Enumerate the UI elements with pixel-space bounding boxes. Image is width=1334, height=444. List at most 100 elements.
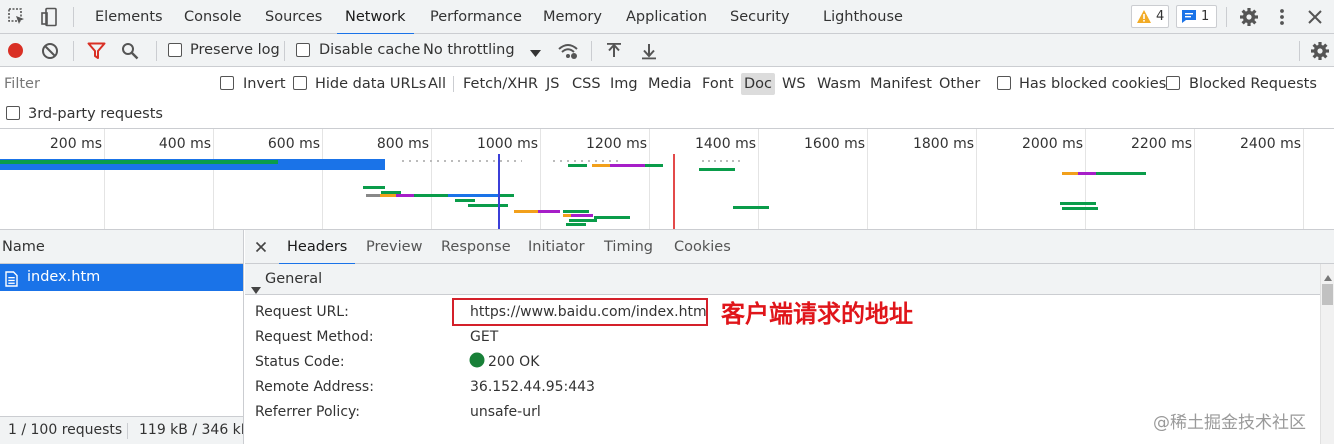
hide-data-urls-checkbox[interactable] xyxy=(293,76,307,90)
request-markers xyxy=(402,160,522,162)
request-segment xyxy=(455,199,475,202)
message-icon xyxy=(1182,10,1196,23)
type-filter-font[interactable]: Font xyxy=(699,73,737,95)
warnings-badge[interactable]: 4 xyxy=(1131,5,1169,28)
third-party-requests-label: 3rd-party requests xyxy=(28,106,163,122)
request-segment xyxy=(498,194,514,197)
tab-headers[interactable]: Headers xyxy=(278,230,356,265)
network-settings-gear-icon[interactable] xyxy=(1310,41,1330,65)
type-filter-wasm[interactable]: Wasm xyxy=(814,73,864,95)
settings-gear-icon[interactable] xyxy=(1239,7,1259,27)
tab-lighthouse[interactable]: Lighthouse xyxy=(823,0,903,34)
tab-application[interactable]: Application xyxy=(626,0,707,34)
divider xyxy=(453,76,454,92)
annotation-highlight-box xyxy=(452,298,708,326)
request-segment xyxy=(1096,172,1146,175)
type-filter-media[interactable]: Media xyxy=(645,73,695,95)
disable-cache-checkbox[interactable] xyxy=(296,43,310,57)
tick-line xyxy=(1194,129,1195,229)
network-overview-timeline[interactable]: 200 ms 400 ms 600 ms 800 ms 1000 ms 1200… xyxy=(0,129,1334,230)
search-icon[interactable] xyxy=(121,42,139,64)
type-filter-ws[interactable]: WS xyxy=(779,73,809,95)
request-method-value: GET xyxy=(470,329,499,345)
tab-memory[interactable]: Memory xyxy=(543,0,602,34)
throttling-select[interactable]: No throttling xyxy=(423,41,515,59)
filter-funnel-icon[interactable] xyxy=(87,42,106,64)
request-segment xyxy=(1062,207,1098,210)
blocked-requests-checkbox[interactable] xyxy=(1166,76,1180,90)
referrer-policy-key: Referrer Policy: xyxy=(255,404,360,420)
scroll-thumb[interactable] xyxy=(1322,284,1333,305)
tick-line xyxy=(104,129,105,229)
tab-sources[interactable]: Sources xyxy=(265,0,322,34)
more-options-icon[interactable] xyxy=(1272,7,1292,27)
tab-cookies[interactable]: Cookies xyxy=(674,230,731,264)
divider xyxy=(73,41,74,61)
type-filter-img[interactable]: Img xyxy=(607,73,641,95)
clear-icon[interactable] xyxy=(41,42,59,64)
tab-response[interactable]: Response xyxy=(441,230,511,264)
tab-initiator[interactable]: Initiator xyxy=(528,230,585,264)
preserve-log-checkbox[interactable] xyxy=(168,43,182,57)
export-har-icon[interactable] xyxy=(641,42,657,64)
request-row-selected[interactable]: index.htm xyxy=(0,264,243,291)
tab-security[interactable]: Security xyxy=(730,0,790,34)
tab-timing[interactable]: Timing xyxy=(604,230,653,264)
request-url-key: Request URL: xyxy=(255,304,349,320)
request-details-panel: Headers Preview Response Initiator Timin… xyxy=(245,230,1334,444)
close-details-icon[interactable] xyxy=(255,241,267,257)
request-segment xyxy=(363,186,385,189)
tab-performance[interactable]: Performance xyxy=(430,0,522,34)
tab-console[interactable]: Console xyxy=(184,0,242,34)
type-filter-other[interactable]: Other xyxy=(936,73,983,95)
type-filter-fetch-xhr[interactable]: Fetch/XHR xyxy=(460,73,541,95)
request-count: 1 / 100 requests xyxy=(8,422,123,438)
tick-line xyxy=(976,129,977,229)
type-filter-js[interactable]: JS xyxy=(543,73,562,95)
tab-elements[interactable]: Elements xyxy=(95,0,163,34)
general-section-header[interactable]: General xyxy=(245,264,1320,295)
preserve-log-label: Preserve log xyxy=(190,42,280,58)
dropdown-arrow-icon[interactable] xyxy=(530,46,541,62)
scroll-up-arrow-icon[interactable] xyxy=(1324,269,1332,285)
messages-badge[interactable]: 1 xyxy=(1176,5,1217,28)
status-ok-dot-icon xyxy=(469,352,485,372)
tab-network[interactable]: Network xyxy=(337,0,414,35)
close-devtools-icon[interactable] xyxy=(1305,7,1325,27)
disable-cache-label: Disable cache xyxy=(319,42,421,58)
tick-label: 1800 ms xyxy=(912,136,974,152)
type-filter-doc[interactable]: Doc xyxy=(741,73,776,95)
divider xyxy=(1226,7,1227,27)
record-icon[interactable] xyxy=(7,42,24,63)
type-filter-all[interactable]: All xyxy=(425,73,449,95)
tick-line xyxy=(649,129,650,229)
filter-bar: Invert Hide data URLs All Fetch/XHR JS C… xyxy=(0,67,1334,129)
devtools-tabbar: Elements Console Sources Network Perform… xyxy=(0,0,1334,35)
tick-label: 1400 ms xyxy=(694,136,756,152)
type-filter-css[interactable]: CSS xyxy=(569,73,604,95)
inspect-element-icon[interactable] xyxy=(7,7,27,27)
request-markers xyxy=(702,160,742,162)
device-toolbar-icon[interactable] xyxy=(40,7,60,27)
request-segment xyxy=(571,214,593,217)
divider xyxy=(284,41,285,61)
import-har-icon[interactable] xyxy=(606,42,622,64)
type-filter-manifest[interactable]: Manifest xyxy=(867,73,935,95)
divider xyxy=(591,41,592,61)
network-conditions-wifi-icon[interactable] xyxy=(557,42,579,64)
invert-checkbox[interactable] xyxy=(220,76,234,90)
name-column-header[interactable]: Name xyxy=(0,230,243,264)
filter-input[interactable] xyxy=(0,71,204,96)
has-blocked-cookies-checkbox[interactable] xyxy=(997,76,1011,90)
tick-line xyxy=(431,129,432,229)
details-tabbar: Headers Preview Response Initiator Timin… xyxy=(245,230,1334,265)
details-scrollbar[interactable] xyxy=(1320,264,1334,444)
tick-label: 2200 ms xyxy=(1130,136,1192,152)
tick-label: 2000 ms xyxy=(1021,136,1083,152)
third-party-requests-checkbox[interactable] xyxy=(6,106,20,120)
request-segment xyxy=(592,164,610,167)
referrer-policy-value: unsafe-url xyxy=(470,404,541,420)
warning-icon xyxy=(1137,10,1151,23)
messages-count: 1 xyxy=(1201,9,1210,24)
tab-preview[interactable]: Preview xyxy=(366,230,422,264)
